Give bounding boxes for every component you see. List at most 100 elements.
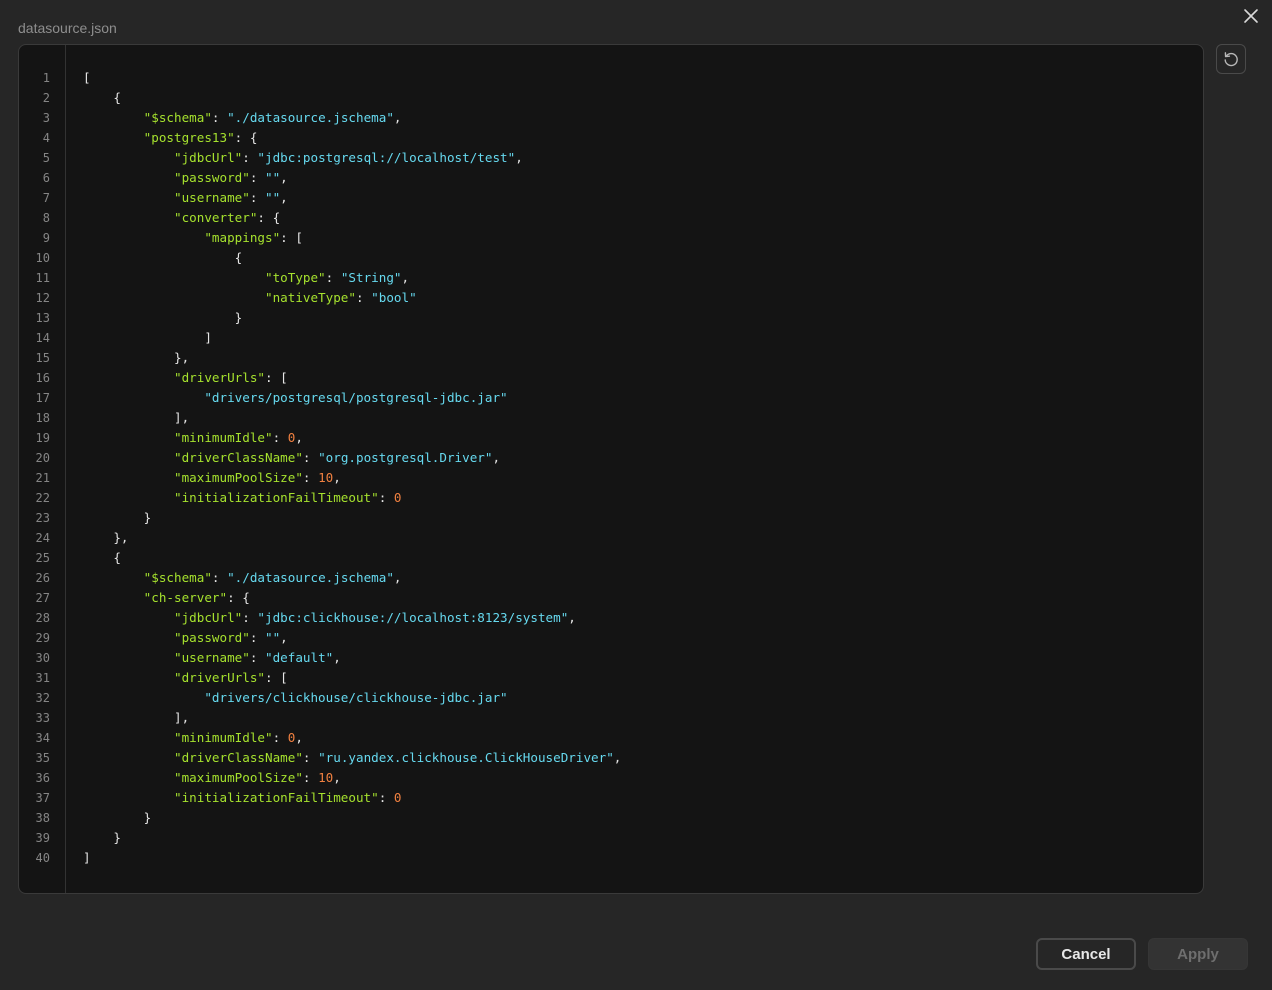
json-punctuation: : [272, 730, 288, 745]
json-punctuation [83, 190, 174, 205]
code-line[interactable]: "postgres13": { [83, 128, 258, 148]
code-line[interactable]: "drivers/postgresql/postgresql-jdbc.jar" [83, 388, 507, 408]
code-line[interactable]: } [83, 508, 152, 528]
code-line[interactable]: "converter": { [83, 208, 280, 228]
json-punctuation: { [83, 90, 121, 105]
code-line[interactable]: "username": "", [83, 188, 288, 208]
json-punctuation: , [295, 430, 303, 445]
json-punctuation: : [302, 750, 319, 765]
code-line[interactable]: "driverUrls": [ [83, 668, 288, 688]
json-string: "jdbc:postgresql://localhost/test" [257, 150, 516, 165]
json-key: "password" [174, 630, 250, 645]
code-line[interactable]: } [83, 808, 152, 828]
code-line[interactable]: { [83, 88, 121, 108]
code-line[interactable]: "initializationFailTimeout": 0 [83, 488, 401, 508]
json-key: "driverClassName" [174, 450, 303, 465]
line-number: 6 [42, 171, 50, 185]
json-punctuation: : [249, 630, 265, 645]
code-line[interactable]: "driverClassName": "ru.yandex.clickhouse… [83, 748, 621, 768]
json-punctuation: : [325, 270, 341, 285]
json-punctuation [83, 390, 204, 405]
json-punctuation: }, [83, 530, 129, 545]
code-line[interactable]: "initializationFailTimeout": 0 [83, 788, 401, 808]
reset-button[interactable] [1216, 44, 1246, 74]
line-number: 27 [35, 591, 50, 605]
code-line[interactable]: "mappings": [ [83, 228, 303, 248]
code-line[interactable]: "username": "default", [83, 648, 341, 668]
code-line[interactable]: }, [83, 528, 129, 548]
json-punctuation [83, 150, 174, 165]
apply-button[interactable]: Apply [1148, 938, 1248, 970]
json-punctuation: : [ [265, 370, 288, 385]
code-line[interactable]: "driverClassName": "org.postgresql.Drive… [83, 448, 500, 468]
json-key: "nativeType" [264, 290, 356, 305]
line-number: 28 [35, 611, 50, 625]
code-line[interactable]: "ch-server": { [83, 588, 250, 608]
code-line[interactable]: { [83, 548, 121, 568]
cancel-button[interactable]: Cancel [1036, 938, 1136, 970]
code-line[interactable]: "toType": "String", [83, 268, 409, 288]
code-line[interactable]: ] [83, 848, 91, 868]
json-punctuation [83, 470, 174, 485]
json-key: "toType" [264, 270, 326, 285]
code-line[interactable]: "password": "", [83, 168, 288, 188]
line-number: 36 [35, 771, 50, 785]
code-line[interactable]: { [83, 248, 243, 268]
json-punctuation: : [242, 610, 258, 625]
json-punctuation: }, [83, 350, 190, 365]
json-string: "drivers/clickhouse/clickhouse-jdbc.jar" [204, 690, 508, 705]
code-line[interactable]: } [83, 828, 121, 848]
line-number: 11 [35, 271, 50, 285]
json-key: "postgres13" [143, 130, 235, 145]
json-punctuation [83, 570, 144, 585]
json-punctuation: } [83, 830, 121, 845]
code-line[interactable]: "jdbcUrl": "jdbc:clickhouse://localhost:… [83, 608, 576, 628]
json-key: "minimumIdle" [174, 430, 273, 445]
code-line[interactable]: "$schema": "./datasource.jschema", [83, 108, 402, 128]
json-punctuation: : { [234, 130, 258, 145]
json-string: "String" [340, 270, 402, 285]
json-punctuation: : [302, 770, 319, 785]
json-key: "password" [174, 170, 250, 185]
json-punctuation: : [378, 490, 394, 505]
json-punctuation [83, 270, 265, 285]
code-line[interactable]: "maximumPoolSize": 10, [83, 468, 341, 488]
code-line[interactable]: "password": "", [83, 628, 288, 648]
line-number: 30 [35, 651, 50, 665]
close-button[interactable] [1240, 5, 1262, 27]
json-key: "mappings" [204, 230, 281, 245]
line-number: 31 [35, 671, 50, 685]
code-line[interactable]: "nativeType": "bool" [83, 288, 417, 308]
json-punctuation [83, 230, 204, 245]
json-string: "ru.yandex.clickhouse.ClickHouseDriver" [318, 750, 614, 765]
json-key: "$schema" [143, 570, 212, 585]
code-line[interactable]: "minimumIdle": 0, [83, 428, 303, 448]
code-line[interactable]: ] [83, 328, 212, 348]
line-number: 12 [35, 291, 50, 305]
json-key: "initializationFailTimeout" [174, 490, 379, 505]
json-punctuation: [ [83, 70, 91, 85]
code-line[interactable]: ], [83, 708, 189, 728]
json-string: "./datasource.jschema" [227, 570, 394, 585]
json-punctuation [83, 670, 174, 685]
json-punctuation [83, 590, 144, 605]
line-number: 39 [35, 831, 50, 845]
code-line[interactable]: } [83, 308, 243, 328]
code-line[interactable]: [ [83, 68, 91, 88]
line-number: 33 [35, 711, 50, 725]
line-number: 21 [35, 471, 50, 485]
code-editor[interactable]: 1 2 3 4 5 6 7 8 9 10 11 12 13 14 15 16 17 18 19 20 21 22 23 24 2… [18, 44, 1204, 894]
code-line[interactable]: "driverUrls": [ [83, 368, 288, 388]
code-line[interactable]: "$schema": "./datasource.jschema", [83, 568, 402, 588]
json-punctuation [83, 730, 174, 745]
code-line[interactable]: "drivers/clickhouse/clickhouse-jdbc.jar" [83, 688, 508, 708]
json-key: "driverClassName" [174, 750, 303, 765]
line-number: 38 [35, 811, 50, 825]
code-line[interactable]: "jdbcUrl": "jdbc:postgresql://localhost/… [83, 148, 523, 168]
code-line[interactable]: }, [83, 348, 189, 368]
code-line[interactable]: "minimumIdle": 0, [83, 728, 303, 748]
json-punctuation [83, 790, 174, 805]
code-line[interactable]: "maximumPoolSize": 10, [83, 768, 341, 788]
code-line[interactable]: ], [83, 408, 189, 428]
json-number: 10 [318, 770, 334, 785]
